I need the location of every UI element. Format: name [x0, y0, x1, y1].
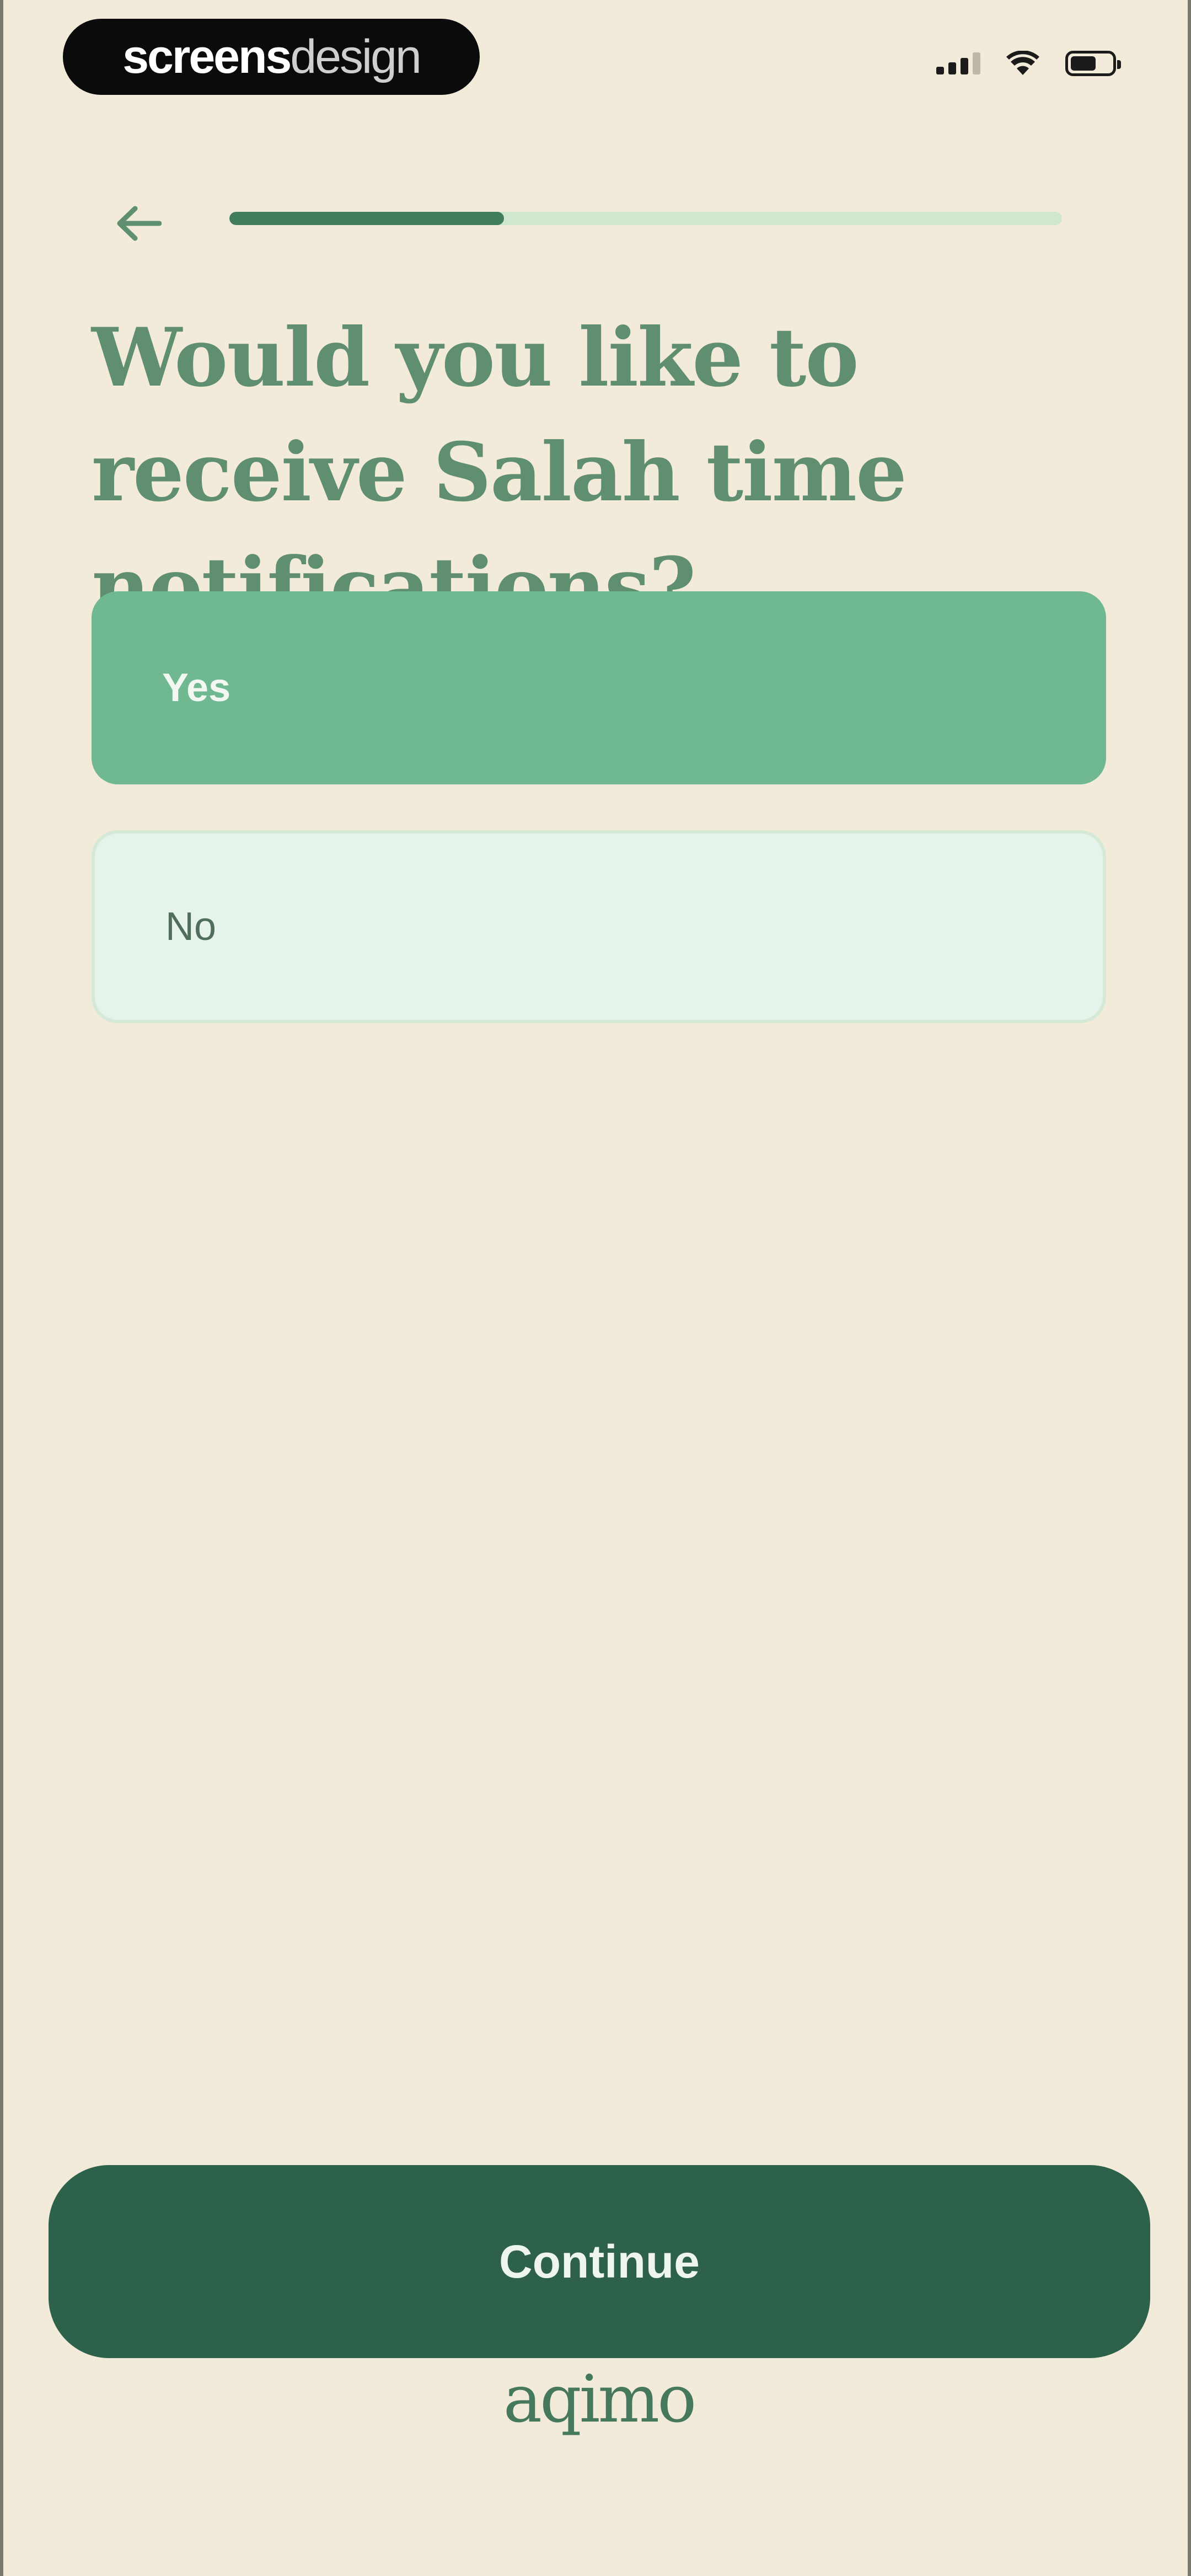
brand-light-text: design [290, 30, 421, 83]
app-wordmark: aqimo [503, 2361, 697, 2437]
continue-button[interactable]: Continue [49, 2165, 1150, 2358]
back-button[interactable] [108, 193, 169, 254]
progress-bar [229, 212, 1062, 225]
option-no-label: No [165, 905, 217, 949]
signal-icon [936, 52, 980, 74]
option-yes[interactable]: Yes [92, 591, 1106, 784]
progress-fill [229, 212, 505, 225]
brand-watermark: screens design [63, 19, 480, 95]
battery-icon [1065, 51, 1121, 76]
option-yes-label: Yes [162, 666, 231, 710]
app-screen: screens design Would you like to receive … [0, 0, 1191, 2576]
status-icons [936, 51, 1121, 76]
wifi-icon [1006, 51, 1039, 75]
brand-bold-text: screens [122, 30, 292, 83]
option-no[interactable]: No [92, 830, 1106, 1023]
arrow-left-icon [117, 206, 162, 241]
